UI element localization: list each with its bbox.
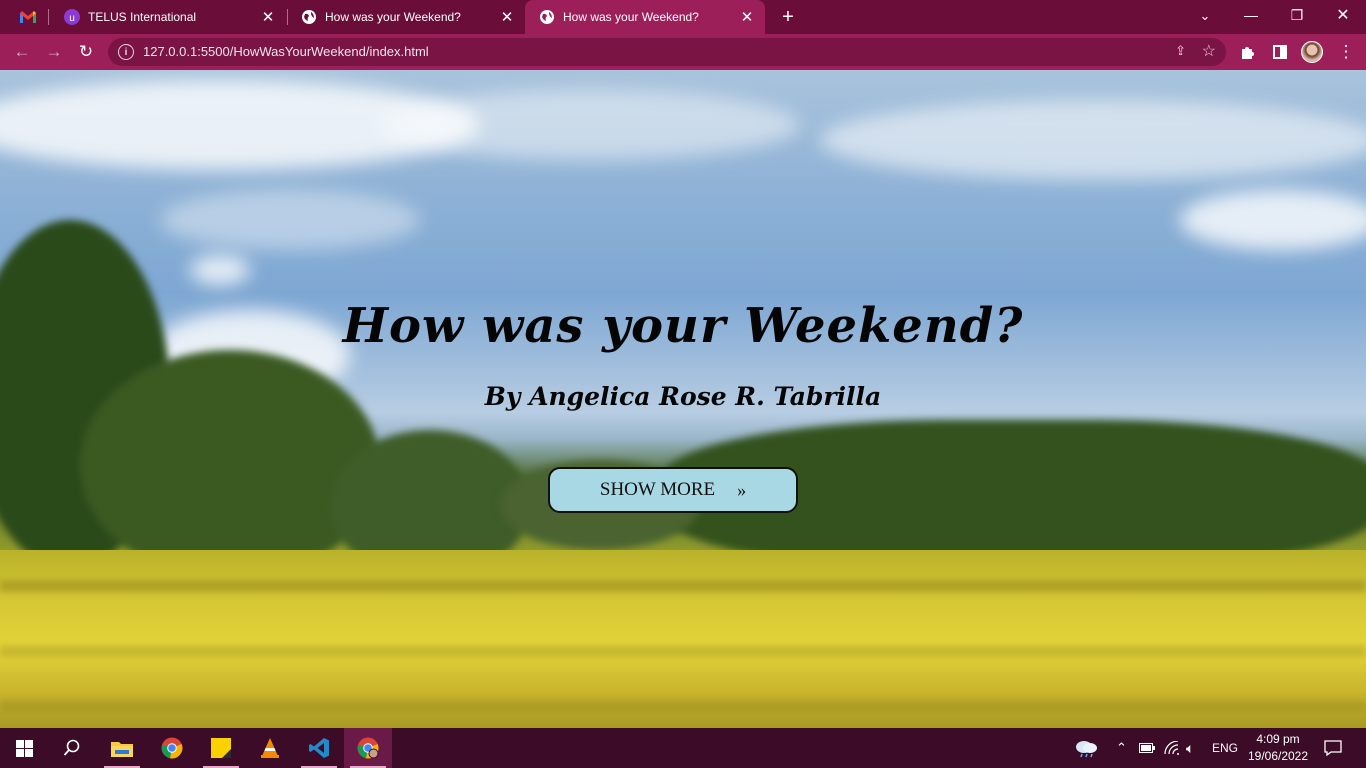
close-icon[interactable]: ✕ <box>497 7 517 27</box>
tab-weekend-1[interactable]: How was your Weekend? ✕ <box>287 0 525 34</box>
tab-strip: u TELUS International ✕ How was your Wee… <box>0 0 1366 34</box>
new-tab-button[interactable]: + <box>776 5 800 29</box>
tab-weekend-active[interactable]: How was your Weekend? ✕ <box>525 0 765 34</box>
side-panel-icon <box>1273 45 1287 59</box>
browser-toolbar: ← → ↻ i 127.0.0.1:5500/HowWasYourWeekend… <box>0 34 1366 70</box>
speaker-icon: 🔈︎ <box>1186 739 1195 756</box>
tab-title: TELUS International <box>88 10 197 24</box>
show-more-button[interactable]: SHOW MORE » <box>548 467 798 513</box>
battery-icon <box>1139 743 1155 753</box>
start-icon <box>15 739 33 757</box>
close-window-button[interactable]: ✕ <box>1320 0 1366 30</box>
share-icon[interactable]: ⇪ <box>1175 43 1186 59</box>
vscode-button[interactable] <box>295 728 343 768</box>
cloud <box>1180 190 1366 250</box>
cloud <box>820 100 1366 180</box>
side-panel-button[interactable] <box>1268 40 1292 64</box>
reload-button[interactable]: ↻ <box>74 40 98 64</box>
file-explorer-button[interactable] <box>98 728 146 768</box>
vscode-icon <box>309 738 329 758</box>
clock-date: 19/06/2022 <box>1247 749 1309 763</box>
restore-button[interactable]: ❐ <box>1274 0 1320 30</box>
minimize-button[interactable]: — <box>1228 0 1274 30</box>
tab-telus[interactable]: u TELUS International ✕ <box>50 0 286 34</box>
start-button[interactable] <box>0 728 48 768</box>
wifi-indicator[interactable] <box>1164 728 1180 768</box>
cloud <box>190 255 250 285</box>
tab-separator <box>48 9 49 25</box>
field-shadow <box>0 700 1366 712</box>
page-viewport: How was your Weekend? By Angelica Rose R… <box>0 70 1366 728</box>
sticky-notes-button[interactable] <box>197 728 245 768</box>
chrome-button[interactable] <box>148 728 196 768</box>
search-icon <box>63 739 80 756</box>
weather-widget[interactable] <box>1074 728 1098 768</box>
file-explorer-icon <box>111 742 133 757</box>
close-icon: ✕ <box>1336 7 1350 24</box>
chrome-profile-icon <box>357 737 379 759</box>
notifications-button[interactable] <box>1324 728 1342 768</box>
globe-icon <box>301 9 317 25</box>
chevron-up-icon: ⌃ <box>1116 740 1127 755</box>
cloud <box>160 190 420 250</box>
reload-icon: ↻ <box>78 42 94 61</box>
tab-title: How was your Weekend? <box>325 10 461 24</box>
language-indicator[interactable]: ENG <box>1212 728 1238 768</box>
telus-icon: u <box>64 9 80 25</box>
tab-search-button[interactable]: ⌄ <box>1194 5 1216 27</box>
vlc-icon <box>261 738 279 758</box>
author-byline: By Angelica Rose R. Tabrilla <box>484 382 882 411</box>
vlc-button[interactable] <box>246 728 294 768</box>
arrow-left-icon: ← <box>13 42 31 61</box>
rain-cloud-icon <box>1076 741 1097 758</box>
chrome-icon <box>161 737 183 759</box>
field-shadow <box>0 645 1366 657</box>
close-icon[interactable]: ✕ <box>258 7 278 27</box>
show-hidden-icons-button[interactable]: ⌃ <box>1116 728 1127 768</box>
extensions-button[interactable] <box>1236 40 1260 64</box>
sticky-notes-icon <box>211 738 231 758</box>
windows-taskbar: ⌃ 🔈︎ ENG 4:09 pm 19/06/2022 <box>0 728 1366 768</box>
rice-field <box>0 550 1366 728</box>
menu-button[interactable]: ⋮ <box>1334 40 1358 64</box>
restore-icon: ❐ <box>1290 6 1304 23</box>
puzzle-icon <box>1242 47 1254 59</box>
globe-icon <box>539 9 555 25</box>
double-chevron-right-icon: » <box>737 479 747 500</box>
tab-title: How was your Weekend? <box>563 10 699 24</box>
system-clock[interactable]: 4:09 pm 19/06/2022 <box>1242 731 1314 765</box>
bookmark-star-icon[interactable]: ☆ <box>1202 41 1216 61</box>
url-text[interactable]: 127.0.0.1:5500/HowWasYourWeekend/index.h… <box>143 44 429 59</box>
back-button[interactable]: ← <box>10 40 34 64</box>
battery-indicator[interactable] <box>1139 728 1155 768</box>
forward-button[interactable]: → <box>42 40 66 64</box>
chevron-down-icon: ⌄ <box>1199 8 1211 23</box>
field-shadow <box>0 580 1366 592</box>
show-more-label: SHOW MORE <box>599 479 716 500</box>
volume-indicator[interactable]: 🔈︎ <box>1186 728 1194 768</box>
wifi-icon <box>1164 741 1179 755</box>
page-title: How was your Weekend? <box>342 298 1024 354</box>
chrome-profile-button[interactable] <box>344 728 392 768</box>
arrow-right-icon: → <box>45 42 63 61</box>
profile-avatar[interactable] <box>1301 41 1323 63</box>
cloud <box>380 90 800 160</box>
clock-time: 4:09 pm <box>1256 732 1300 746</box>
info-icon[interactable]: i <box>118 44 134 60</box>
svg-text:u: u <box>69 13 75 24</box>
minimize-icon: — <box>1244 7 1258 23</box>
address-bar[interactable]: i 127.0.0.1:5500/HowWasYourWeekend/index… <box>108 38 1226 66</box>
kebab-menu-icon: ⋮ <box>1337 42 1355 61</box>
notification-icon <box>1324 740 1342 756</box>
search-button[interactable] <box>48 728 96 768</box>
close-icon[interactable]: ✕ <box>737 7 757 27</box>
gmail-icon <box>20 11 36 23</box>
gmail-pinned-tab[interactable] <box>14 5 42 29</box>
